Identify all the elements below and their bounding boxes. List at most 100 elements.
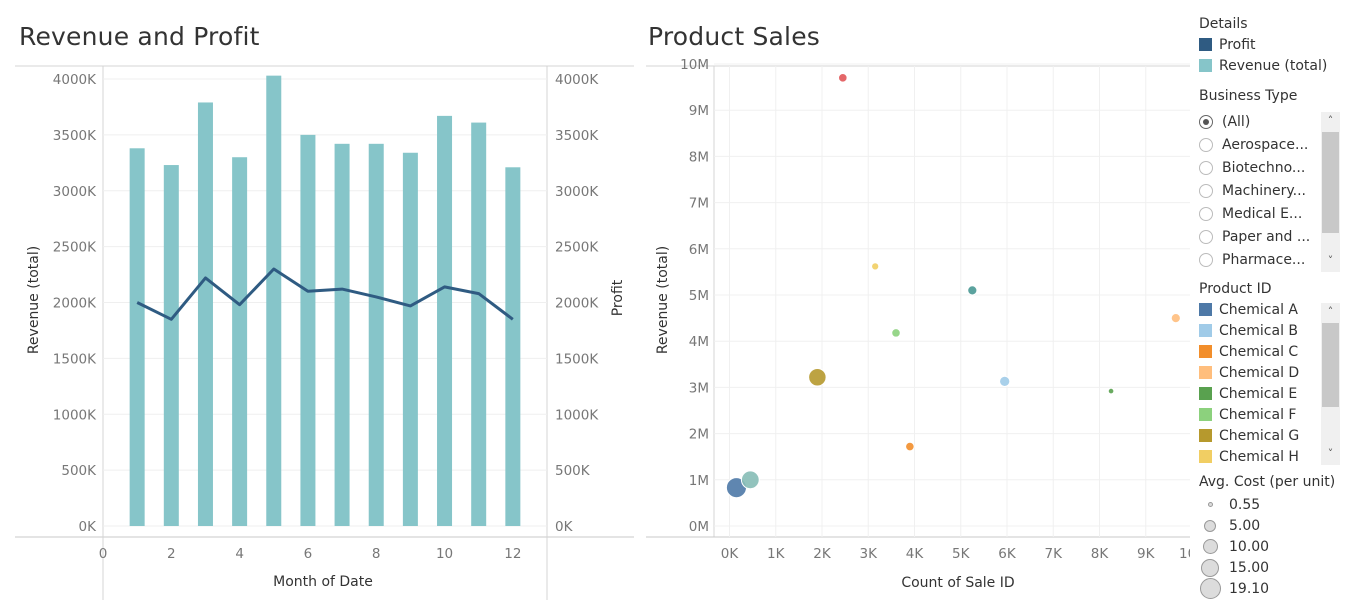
revenue-bar [266, 75, 282, 527]
business-type-option[interactable]: Medical E... [1199, 202, 1314, 225]
scatter-point [967, 285, 978, 296]
radio-button[interactable] [1199, 160, 1213, 175]
legend-item-profit[interactable]: Profit [1199, 34, 1349, 55]
size-circle-icon [1199, 578, 1221, 599]
x-tick-label: 10K [1179, 546, 1190, 562]
product-swatch [1199, 429, 1212, 442]
legend-item-revenue[interactable]: Revenue (total) [1199, 55, 1349, 76]
y-right-tick-label: 3000K [555, 184, 599, 200]
profit-swatch [1199, 38, 1212, 51]
size-label: 15.00 [1229, 559, 1270, 576]
radio-button[interactable] [1199, 229, 1213, 244]
radio-button[interactable] [1199, 114, 1213, 129]
product-legend-item[interactable]: Chemical D [1199, 362, 1317, 383]
product-legend-item[interactable]: Chemical F [1199, 404, 1317, 425]
revenue-bar [129, 148, 145, 526]
x-tick-label: 2 [167, 546, 176, 562]
y-tick-label: 4000K [53, 72, 97, 88]
x-tick-label: 7K [1045, 546, 1064, 562]
product-legend-item[interactable]: Chemical C [1199, 341, 1317, 362]
product-swatch [1199, 303, 1212, 316]
business-type-option[interactable]: Paper and ... [1199, 225, 1314, 248]
y-tick-label: 1M [689, 473, 709, 489]
radio-button[interactable] [1199, 137, 1213, 152]
scatter-point [740, 470, 760, 490]
size-label: 0.55 [1229, 496, 1261, 513]
business-type-option[interactable]: Aerospace... [1199, 133, 1314, 156]
option-label: Pharmace... [1222, 251, 1306, 268]
scatter-point [1107, 387, 1115, 395]
y-tick-label: 3000K [53, 184, 97, 200]
product-legend-item[interactable]: Chemical H [1199, 446, 1317, 467]
business-type-option[interactable]: Machinery... [1199, 179, 1314, 202]
scroll-down-icon[interactable]: ˅ [1321, 445, 1340, 463]
y-right-axis-title: Profit [610, 279, 626, 316]
revenue-bar [471, 122, 487, 527]
y-tick-label: 2000K [53, 296, 97, 312]
y-tick-label: 0K [79, 519, 98, 535]
size-circle-icon [1207, 502, 1213, 507]
business-type-option[interactable]: Biotechno... [1199, 156, 1314, 179]
scroll-up-icon[interactable]: ˄ [1321, 303, 1340, 321]
product-legend-item[interactable]: Chemical B [1199, 320, 1317, 341]
avg-cost-legend: Avg. Cost (per unit) 0.55 5.00 10.00 15.00 1… [1199, 474, 1349, 599]
y-tick-label: 0M [689, 519, 709, 535]
y-tick-label: 8M [689, 149, 709, 165]
business-type-option[interactable]: Pharmace... [1199, 248, 1314, 271]
revenue-bar [334, 143, 350, 526]
y-right-tick-label: 500K [555, 463, 591, 479]
details-legend: Details Profit Revenue (total) [1199, 16, 1349, 76]
size-circle-icon [1204, 519, 1216, 532]
option-label: Machinery... [1222, 182, 1306, 199]
scroll-thumb[interactable] [1322, 323, 1339, 407]
radio-button[interactable] [1199, 206, 1213, 221]
business-type-scrollbar[interactable]: ˄ ˅ [1321, 112, 1340, 272]
y-right-tick-label: 4000K [555, 72, 599, 88]
y-tick-label: 10M [680, 57, 709, 73]
x-tick-label: 3K [860, 546, 879, 562]
size-label: 10.00 [1229, 538, 1270, 555]
radio-button[interactable] [1199, 183, 1213, 198]
option-label: Medical E... [1222, 205, 1303, 222]
revenue-bar [232, 157, 248, 526]
product-label: Chemical E [1219, 385, 1298, 402]
scroll-down-icon[interactable]: ˅ [1321, 252, 1340, 270]
product-swatch [1199, 345, 1212, 358]
radio-button[interactable] [1199, 252, 1213, 267]
y-axis-title: Revenue (total) [655, 246, 671, 354]
y-right-tick-label: 3500K [555, 128, 599, 144]
y-tick-label: 3M [689, 380, 709, 396]
y-tick-label: 1500K [53, 351, 97, 367]
scatter-point [808, 367, 827, 387]
scroll-thumb[interactable] [1322, 132, 1339, 233]
product-swatch [1199, 408, 1212, 421]
y-right-tick-label: 0K [555, 519, 574, 535]
option-label: Paper and ... [1222, 228, 1311, 245]
y-tick-label: 6M [689, 242, 709, 258]
y-tick-label: 5M [689, 288, 709, 304]
x-tick-label: 6 [304, 546, 313, 562]
revenue-bar [437, 115, 453, 526]
y-tick-label: 7M [689, 196, 709, 212]
x-tick-label: 10 [436, 546, 453, 562]
size-legend-item: 19.10 [1199, 578, 1349, 599]
product-id-scrollbar[interactable]: ˄ ˅ [1321, 303, 1340, 465]
charts-canvas[interactable]: 0K 0K500K 500K1000K 1000K1500K 1500K2000K 200… [0, 0, 1190, 608]
size-legend-item: 0.55 [1199, 494, 1349, 515]
product-legend-item[interactable]: Chemical G [1199, 425, 1317, 446]
revenue-bar [163, 165, 179, 527]
business-type-option[interactable]: (All) [1199, 110, 1314, 133]
x-tick-label: 0K [721, 546, 740, 562]
business-type-title: Business Type [1199, 88, 1298, 104]
scroll-up-icon[interactable]: ˄ [1321, 112, 1340, 130]
product-label: Chemical A [1219, 301, 1298, 318]
y-right-tick-label: 2000K [555, 296, 599, 312]
product-legend-item[interactable]: Chemical E [1199, 383, 1317, 404]
product-label: Chemical D [1219, 364, 1300, 381]
revenue-swatch [1199, 59, 1212, 72]
x-tick-label: 1K [767, 546, 786, 562]
product-legend-item[interactable]: Chemical A [1199, 299, 1317, 320]
scatter-point [999, 375, 1011, 388]
y-tick-label: 3500K [53, 128, 97, 144]
x-tick-label: 6K [998, 546, 1017, 562]
